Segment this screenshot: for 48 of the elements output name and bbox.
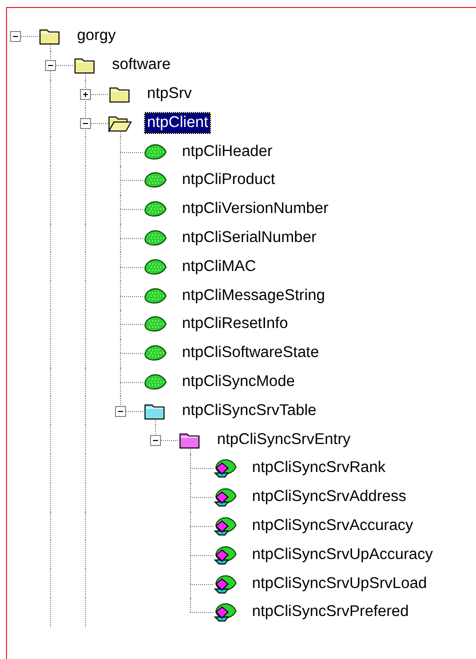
tree-item[interactable]: ntpCliSyncSrvTable	[179, 400, 320, 422]
expand-toggle[interactable]	[80, 88, 91, 100]
leaf-icon	[143, 200, 167, 218]
tree-item[interactable]: ntpClient	[144, 112, 212, 134]
tree-item[interactable]: ntpCliProduct	[179, 169, 278, 192]
tree-item[interactable]: ntpCliSyncSrvRank	[249, 457, 389, 480]
collapse-toggle[interactable]	[10, 31, 21, 42]
folder-icon	[179, 430, 201, 449]
tree-item[interactable]: ntpCliSerialNumber	[179, 226, 320, 249]
tree-item[interactable]: ntpCliSyncSrvPrefered	[249, 601, 412, 624]
collapse-toggle[interactable]	[80, 118, 91, 129]
tree-item[interactable]: ntpSrv	[144, 82, 195, 105]
collapse-toggle[interactable]	[150, 434, 161, 446]
leaf-icon	[143, 142, 167, 161]
tree-item[interactable]: software	[109, 54, 174, 76]
tree-item[interactable]: ntpCliMAC	[179, 256, 260, 278]
tree-item[interactable]: ntpCliSyncSrvUpSrvLoad	[249, 572, 430, 595]
leaf-icon	[213, 487, 237, 508]
tree-item[interactable]: ntpCliSyncSrvEntry	[214, 428, 354, 451]
folder-icon	[108, 114, 132, 132]
folder-icon	[144, 402, 166, 420]
folder-icon	[109, 84, 131, 103]
leaf-icon	[213, 458, 237, 478]
leaf-icon	[143, 315, 167, 334]
leaf-icon	[143, 372, 167, 391]
collapse-toggle[interactable]	[45, 60, 56, 72]
leaf-icon	[143, 171, 167, 190]
tree-item[interactable]: ntpCliMessageString	[179, 284, 328, 307]
tree-item[interactable]: ntpCliSyncSrvAccuracy	[249, 514, 416, 537]
leaf-icon	[143, 258, 167, 276]
folder-icon	[39, 27, 61, 46]
leaf-icon	[143, 286, 167, 305]
leaf-icon	[213, 516, 237, 536]
collapse-toggle[interactable]	[115, 406, 126, 417]
leaf-icon	[213, 544, 237, 565]
tree-item[interactable]: gorgy	[74, 25, 119, 48]
tree-item[interactable]: ntpCliHeader	[179, 140, 276, 163]
leaf-icon	[143, 344, 167, 362]
folder-icon	[74, 56, 96, 74]
leaf-icon	[213, 602, 237, 622]
tree-item[interactable]: ntpCliResetInfo	[179, 313, 291, 336]
tree-item[interactable]: ntpCliSyncSrvUpAccuracy	[249, 544, 436, 566]
leaf-icon	[143, 228, 167, 247]
leaf-icon	[213, 574, 237, 594]
tree-item[interactable]: ntpCliSoftwareState	[179, 342, 322, 364]
tree-item[interactable]: ntpCliSyncMode	[179, 370, 298, 393]
tree-item[interactable]: ntpCliSyncSrvAddress	[249, 486, 410, 508]
tree-item[interactable]: ntpCliVersionNumber	[179, 198, 332, 220]
